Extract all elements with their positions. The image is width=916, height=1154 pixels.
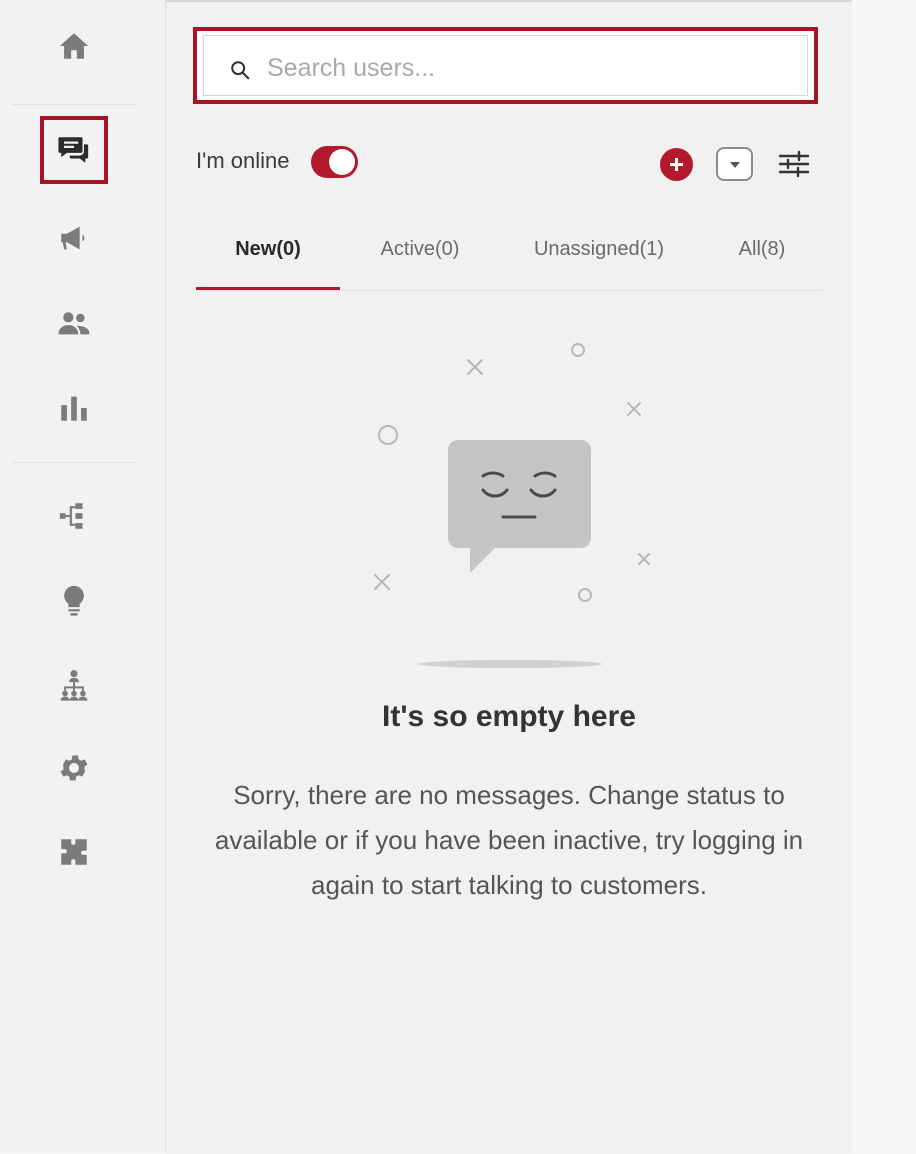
nav-integrations[interactable] — [40, 818, 108, 886]
nav-knowledge[interactable] — [40, 566, 108, 634]
search-input[interactable] — [265, 47, 789, 89]
tab-all[interactable]: All(8) — [712, 238, 812, 261]
sidebar-divider — [12, 462, 136, 463]
tab-new[interactable]: New(0) — [196, 238, 340, 261]
tab-unassigned[interactable]: Unassigned(1) — [520, 238, 678, 261]
nav-home[interactable] — [40, 12, 108, 80]
add-conversation-button[interactable] — [660, 148, 693, 181]
nav-contacts[interactable] — [40, 289, 108, 357]
chat-icon — [58, 137, 89, 163]
content-area — [852, 0, 916, 1152]
flow-icon — [59, 503, 83, 529]
sliders-icon[interactable] — [776, 148, 812, 180]
tab-active[interactable]: Active(0) — [350, 238, 490, 261]
gear-icon — [60, 755, 88, 781]
search-icon — [231, 61, 250, 80]
empty-state-title: It's so empty here — [382, 700, 636, 733]
online-toggle[interactable] — [311, 146, 358, 178]
nav-teams[interactable] — [40, 651, 108, 719]
nav-chats[interactable] — [40, 116, 108, 184]
empty-state-description: Sorry, there are no messages. Change sta… — [214, 780, 804, 900]
search-box — [193, 27, 818, 104]
puzzle-icon — [61, 839, 87, 865]
nav-settings[interactable] — [40, 734, 108, 802]
bar-chart-icon — [61, 396, 87, 421]
chevron-down-icon — [730, 162, 740, 168]
online-status-label: I'm online — [196, 148, 290, 173]
nav-bots[interactable] — [40, 482, 108, 550]
tabs-divider — [196, 290, 822, 291]
sidebar-divider — [12, 104, 136, 105]
nav-campaigns[interactable] — [40, 204, 108, 272]
megaphone-icon — [61, 226, 85, 250]
sidebar — [0, 0, 166, 1152]
users-icon — [58, 312, 90, 335]
lightbulb-icon — [64, 585, 84, 616]
filter-dropdown-button[interactable] — [716, 147, 753, 181]
nav-analytics[interactable] — [40, 374, 108, 442]
empty-chat-illustration — [374, 343, 650, 668]
org-chart-icon — [60, 670, 88, 701]
toggle-knob — [329, 149, 355, 175]
home-icon — [59, 33, 89, 59]
